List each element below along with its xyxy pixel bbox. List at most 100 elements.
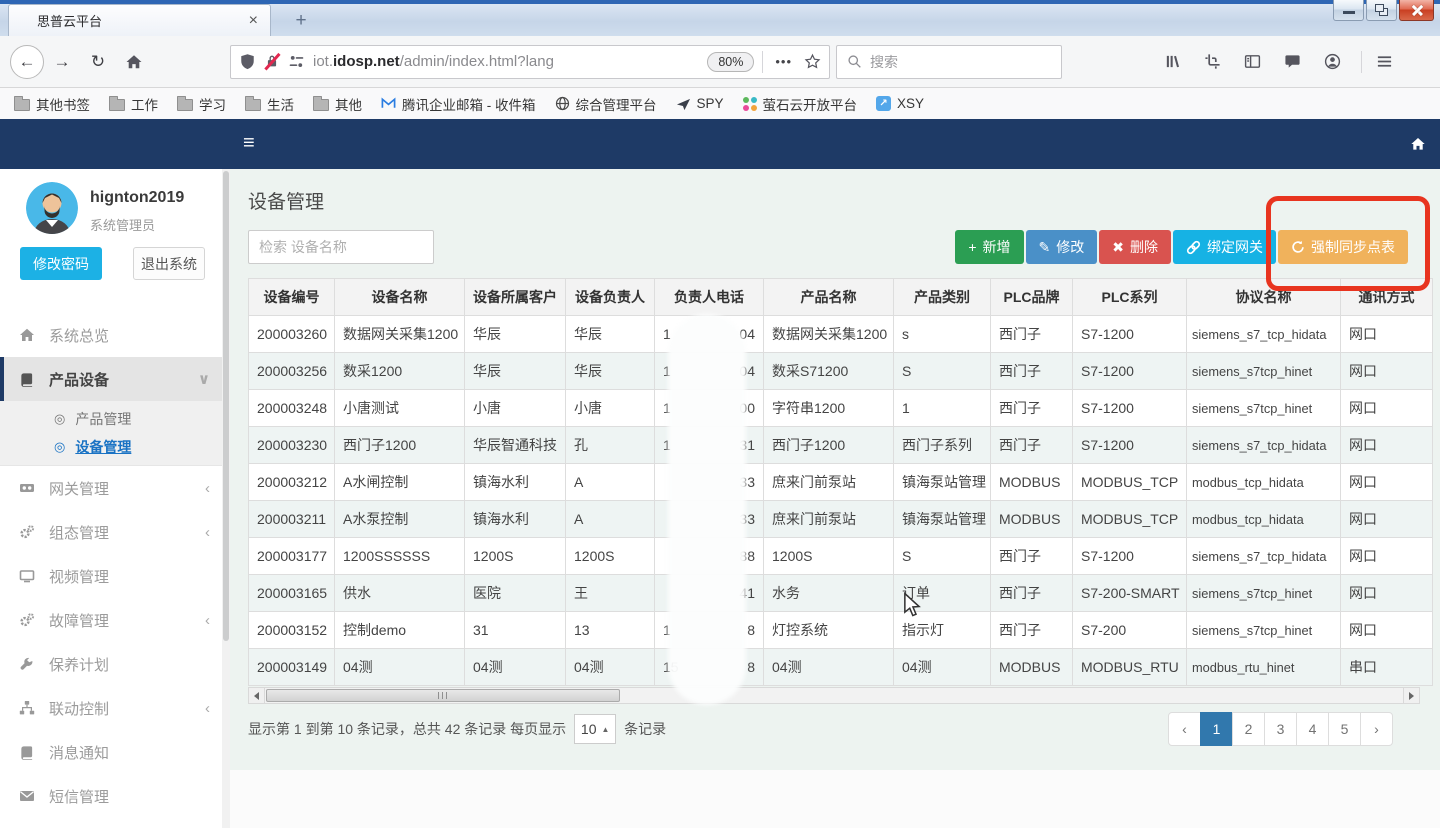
table-row[interactable]: 2000031771200SSSSSS1200S1200S 88 1200SS西… — [249, 538, 1433, 575]
edit-button[interactable]: ✎ 修改 — [1026, 230, 1098, 264]
menu-hamburger-icon[interactable] — [1376, 53, 1393, 70]
horizontal-scrollbar[interactable] — [248, 687, 1420, 704]
page-size-select[interactable]: 10 ▲ — [574, 714, 616, 744]
scrollbar-thumb[interactable] — [266, 689, 620, 702]
url-bar[interactable]: iot.idosp.net/admin/index.html?lang 80% … — [230, 45, 830, 79]
pagination-page-4[interactable]: 4 — [1296, 712, 1329, 746]
column-header[interactable]: PLC系列 — [1073, 279, 1187, 316]
bookmark-folder-misc[interactable]: 其他 — [313, 94, 362, 114]
bookmark-spy[interactable]: SPY — [676, 96, 724, 111]
sidebar-item-device-mgmt[interactable]: ◎ 设备管理 — [0, 433, 230, 461]
bookmark-ezviz[interactable]: 萤石云开放平台 — [743, 94, 858, 114]
sidebar-item-video[interactable]: 视频管理 — [0, 554, 230, 598]
minimize-button[interactable] — [1333, 0, 1364, 21]
table-row[interactable]: 200003152控制demo3113 18 灯控系统指示灯西门子S7-200s… — [249, 612, 1433, 649]
pagination-page-5[interactable]: 5 — [1328, 712, 1361, 746]
delete-button[interactable]: ✖ 删除 — [1099, 230, 1171, 264]
pagination-page-2[interactable]: 2 — [1232, 712, 1265, 746]
column-header[interactable]: 设备编号 — [249, 279, 335, 316]
close-button[interactable] — [1399, 0, 1434, 21]
bookmark-mgmt-platform[interactable]: 综合管理平台 — [555, 94, 657, 114]
permissions-icon[interactable] — [288, 53, 305, 70]
forward-button[interactable]: → — [44, 45, 80, 79]
column-header[interactable]: 产品名称 — [764, 279, 894, 316]
column-header[interactable]: PLC品牌 — [991, 279, 1073, 316]
zoom-level-badge[interactable]: 80% — [707, 52, 754, 72]
table-row[interactable]: 200003212A水闸控制镇海水利A 33 庶来门前泵站镇海泵站管理MODBU… — [249, 464, 1433, 501]
restore-button[interactable] — [1366, 0, 1397, 21]
link-icon — [1186, 240, 1201, 255]
bookmark-xsy[interactable]: ↗ XSY — [876, 96, 924, 111]
screenshot-icon[interactable] — [1204, 53, 1221, 70]
bookmark-folder-life[interactable]: 生活 — [245, 94, 294, 114]
logout-button[interactable]: 退出系统 — [133, 247, 205, 280]
sidebar-item-label: 产品设备 — [49, 369, 109, 390]
table-row[interactable]: 200003260数据网关采集1200华辰华辰 104 数据网关采集1200s西… — [249, 316, 1433, 353]
new-tab-button[interactable]: + — [288, 9, 314, 32]
table-row[interactable]: 20000314904测04测04测 158 04测04测MODBUSMODBU… — [249, 649, 1433, 686]
sidebar-collapse-icon[interactable]: ≡ — [243, 132, 255, 155]
add-button[interactable]: + 新增 — [955, 230, 1023, 264]
bind-gateway-button[interactable]: 绑定网关 — [1173, 230, 1276, 264]
scrollbar-thumb[interactable] — [223, 171, 229, 641]
home-button[interactable] — [116, 45, 152, 79]
ezviz-icon — [743, 97, 757, 111]
bookmark-folder-study[interactable]: 学习 — [177, 94, 226, 114]
sidebar-item-overview[interactable]: 系统总览 — [0, 313, 230, 357]
scroll-right-button[interactable] — [1403, 688, 1419, 703]
browser-tab[interactable]: 思普云平台 × — [8, 4, 271, 36]
scroll-left-button[interactable] — [249, 688, 265, 703]
page-actions-icon[interactable]: ••• — [771, 54, 796, 69]
sidebar-item-linkage[interactable]: 联动控制 ‹ — [0, 686, 230, 730]
tab-close-icon[interactable]: × — [247, 13, 260, 29]
column-header[interactable]: 设备名称 — [335, 279, 465, 316]
account-icon[interactable] — [1324, 53, 1341, 70]
pagination-prev[interactable]: ‹ — [1168, 712, 1201, 746]
library-icon[interactable] — [1164, 53, 1181, 70]
app-home-icon[interactable] — [1410, 136, 1426, 152]
sidebar-item-fault[interactable]: 故障管理 ‹ — [0, 598, 230, 642]
bookmark-star-icon[interactable] — [804, 53, 821, 70]
insecure-lock-icon[interactable] — [264, 53, 280, 70]
table-row[interactable]: 200003248小唐测试小唐小唐 100 字符串12001西门子S7-1200… — [249, 390, 1433, 427]
bookmark-folder-work[interactable]: 工作 — [109, 94, 158, 114]
table-row[interactable]: 200003230西门子1200华辰智通科技孔 131 西门子1200西门子系列… — [249, 427, 1433, 464]
pagination-page-1[interactable]: 1 — [1200, 712, 1233, 746]
reload-button[interactable]: ↻ — [80, 45, 116, 79]
username: hignton2019 — [90, 189, 184, 207]
sidebar-item-sms[interactable]: 短信管理 — [0, 774, 230, 818]
sidebar-item-workshop[interactable]: 车间管理 — [0, 818, 230, 828]
column-header[interactable]: 设备所属客户 — [465, 279, 566, 316]
device-search-input[interactable] — [248, 230, 434, 264]
sidebar-item-notification[interactable]: 消息通知 — [0, 730, 230, 774]
pagination-next[interactable]: › — [1360, 712, 1393, 746]
bookmark-tencent-mail[interactable]: 腾讯企业邮箱 - 收件箱 — [381, 94, 536, 114]
sidebar-item-label: 视频管理 — [49, 566, 109, 587]
mouse-cursor — [903, 592, 922, 618]
table-row[interactable]: 200003165供水医院王 41 水务订单西门子S7-200-SMARTsie… — [249, 575, 1433, 612]
sidebar-item-config[interactable]: 组态管理 ‹ — [0, 510, 230, 554]
column-header[interactable]: 负责人电话 — [655, 279, 764, 316]
browser-search-input[interactable] — [870, 54, 1051, 70]
sidebar-scrollbar[interactable] — [222, 169, 230, 828]
book-icon — [18, 745, 35, 760]
column-header[interactable]: 产品类别 — [894, 279, 991, 316]
table-row[interactable]: 200003211A水泵控制镇海水利A 33 庶来门前泵站镇海泵站管理MODBU… — [249, 501, 1433, 538]
window-titlebar[interactable]: 思普云平台 × + — [0, 0, 1440, 36]
bookmark-folder-other[interactable]: 其他书签 — [14, 94, 90, 114]
pagination-page-3[interactable]: 3 — [1264, 712, 1297, 746]
sidebar-item-gateway[interactable]: 网关管理 ‹ — [0, 466, 230, 510]
change-password-button[interactable]: 修改密码 — [20, 247, 102, 280]
caret-up-icon: ▲ — [602, 725, 610, 734]
sidebar-item-product-device[interactable]: 产品设备 ∨ — [0, 357, 230, 401]
sidebar-toggle-icon[interactable] — [1244, 53, 1261, 70]
sidebar-item-maintenance[interactable]: 保养计划 — [0, 642, 230, 686]
browser-search-box[interactable] — [836, 45, 1062, 79]
shield-icon — [239, 53, 256, 70]
url-text[interactable]: iot.idosp.net/admin/index.html?lang — [313, 52, 699, 72]
column-header[interactable]: 设备负责人 — [566, 279, 655, 316]
chat-bubble-icon[interactable] — [1284, 53, 1301, 70]
sidebar-item-product-mgmt[interactable]: ◎ 产品管理 — [0, 405, 230, 433]
back-button[interactable]: ← — [10, 45, 44, 79]
table-row[interactable]: 200003256数采1200华辰华辰 104 数采S71200S西门子S7-1… — [249, 353, 1433, 390]
